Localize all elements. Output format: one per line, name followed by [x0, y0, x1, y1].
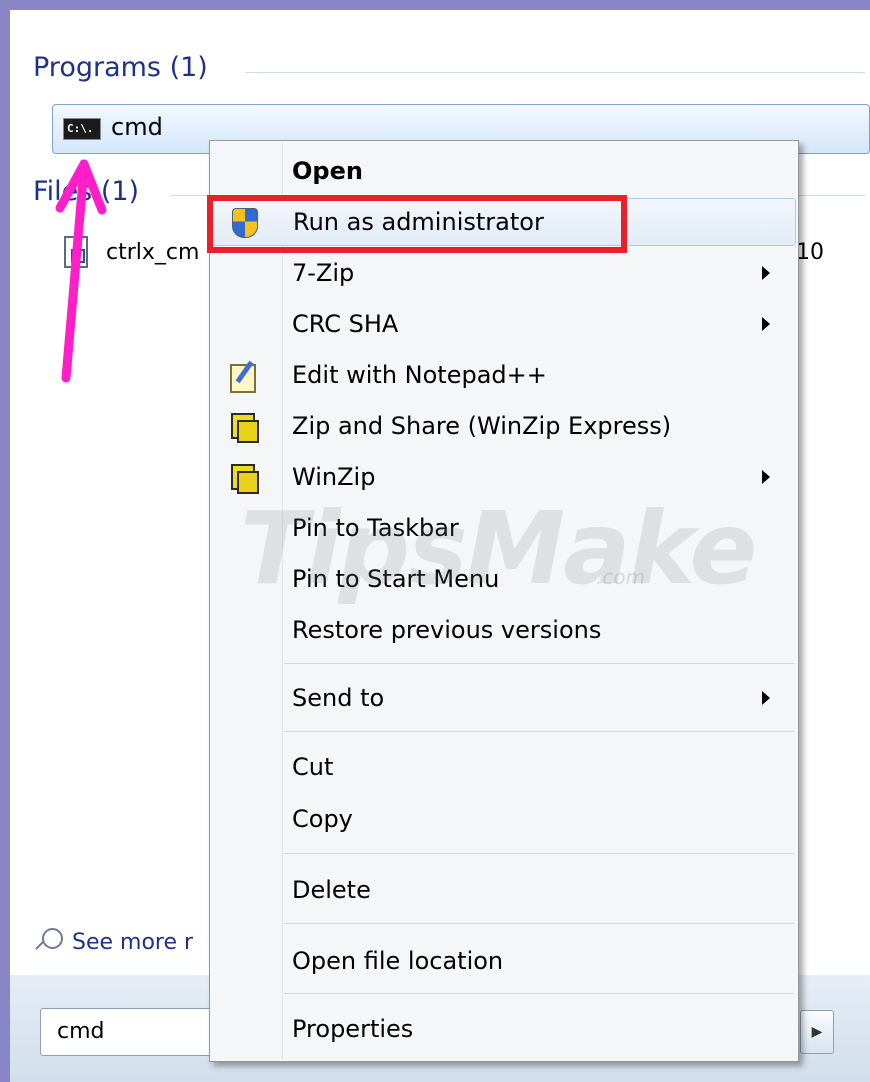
menu-separator [284, 923, 794, 924]
menu-item-open[interactable]: Open [212, 147, 796, 195]
menu-item-copy[interactable]: Copy [212, 795, 796, 843]
menu-item-label: CRC SHA [292, 310, 399, 338]
notepad-icon [228, 360, 258, 393]
file-label: ctrlx_cm [106, 240, 200, 265]
menu-item-cut[interactable]: Cut [212, 743, 796, 791]
menu-item-label: Copy [292, 805, 353, 833]
program-label: cmd [111, 113, 163, 141]
menu-item-7-zip[interactable]: 7-Zip [212, 249, 796, 297]
menu-item-delete[interactable]: Delete [212, 866, 796, 914]
submenu-arrow-icon [762, 691, 770, 705]
menu-separator [284, 993, 794, 994]
shutdown-options-button[interactable]: ▶ [800, 1010, 834, 1054]
menu-item-label: Zip and Share (WinZip Express) [292, 412, 672, 440]
menu-item-label: 7-Zip [292, 259, 355, 287]
menu-item-label: Properties [292, 1015, 414, 1043]
menu-item-zip-and-share[interactable]: Zip and Share (WinZip Express) [212, 402, 796, 450]
menu-item-label: Restore previous versions [292, 616, 602, 644]
submenu-arrow-icon [762, 317, 770, 331]
file-trailing-text: 10 [796, 240, 824, 265]
menu-item-edit-with-notepad[interactable]: Edit with Notepad++ [212, 351, 796, 399]
winzip-icon [228, 411, 259, 443]
menu-item-restore-previous-versions[interactable]: Restore previous versions [212, 606, 796, 654]
menu-item-label: Open [292, 157, 363, 185]
winzip-icon [228, 462, 259, 494]
see-more-label: See more r [72, 929, 194, 955]
menu-separator [284, 731, 794, 732]
see-more-results-link[interactable]: See more r [36, 928, 193, 956]
menu-item-label: Edit with Notepad++ [292, 361, 547, 389]
menu-item-label: WinZip [292, 463, 376, 491]
menu-item-open-file-location[interactable]: Open file location [212, 937, 796, 985]
menu-item-label: Delete [292, 876, 371, 904]
submenu-arrow-icon [762, 470, 770, 484]
search-icon [36, 928, 63, 956]
menu-item-label: Pin to Start Menu [292, 565, 500, 593]
search-input-value: cmd [57, 1019, 105, 1044]
annotation-arrow-icon [55, 159, 107, 383]
menu-item-label: Pin to Taskbar [292, 514, 459, 542]
menu-item-properties[interactable]: Properties [212, 1005, 796, 1053]
menu-item-send-to[interactable]: Send to [212, 674, 796, 722]
menu-item-label: Send to [292, 684, 385, 712]
programs-heading: Programs (1) [33, 52, 208, 83]
highlight-box [207, 195, 627, 253]
menu-item-pin-to-start-menu[interactable]: Pin to Start Menu [212, 555, 796, 603]
programs-divider [245, 72, 865, 73]
chevron-right-icon: ▶ [811, 1024, 823, 1040]
submenu-arrow-icon [762, 266, 770, 280]
menu-separator [284, 853, 794, 854]
context-menu: Open Run as administrator 7-Zip CRC SHA … [209, 140, 799, 1062]
menu-item-pin-to-taskbar[interactable]: Pin to Taskbar [212, 504, 796, 552]
menu-item-label: Cut [292, 753, 334, 781]
menu-item-label: Open file location [292, 947, 504, 975]
menu-item-crc-sha[interactable]: CRC SHA [212, 300, 796, 348]
command-prompt-icon: C:\. [63, 118, 101, 140]
menu-item-winzip[interactable]: WinZip [212, 453, 796, 501]
menu-separator [284, 663, 794, 664]
